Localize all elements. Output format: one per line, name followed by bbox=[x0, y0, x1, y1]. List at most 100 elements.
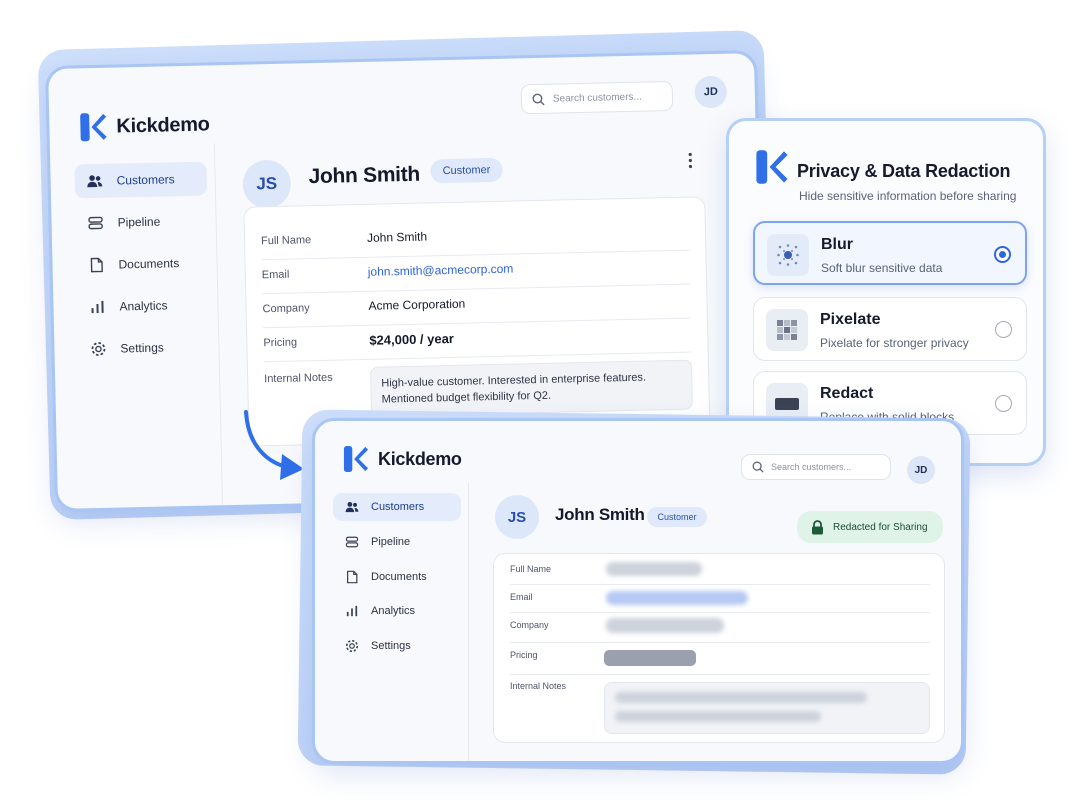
sidebar-item-pipeline[interactable]: Pipeline bbox=[75, 203, 208, 240]
option-blur[interactable]: Blur Soft blur sensitive data bbox=[753, 221, 1027, 285]
transform-arrow-icon bbox=[244, 410, 304, 480]
divider bbox=[510, 674, 930, 675]
sidebar-item-documents[interactable]: Documents bbox=[333, 563, 461, 591]
brand-name: Kickdemo bbox=[116, 112, 210, 138]
sidebar: Customers Pipeline Documents Analytics S… bbox=[49, 143, 224, 513]
label-company: Company bbox=[510, 620, 549, 630]
sidebar-label-customers: Customers bbox=[371, 501, 425, 513]
value-full-name: John Smith bbox=[366, 229, 428, 245]
option-redact-title: Redact bbox=[820, 385, 874, 402]
customer-details-card: Full Name John Smith Email john.smith@ac… bbox=[243, 196, 711, 447]
users-icon bbox=[87, 175, 103, 188]
privacy-panel-subtitle: Hide sensitive information before sharin… bbox=[799, 189, 1017, 203]
gear-icon bbox=[345, 639, 359, 653]
value-notes: High-value customer. Interested in enter… bbox=[369, 359, 693, 417]
sidebar-item-documents[interactable]: Documents bbox=[76, 245, 209, 282]
option-pixelate-title: Pixelate bbox=[820, 311, 881, 328]
brand-logo: Kickdemo bbox=[79, 109, 210, 142]
users-icon bbox=[345, 502, 359, 513]
kickdemo-logo-icon bbox=[756, 150, 788, 184]
value-pricing: $24,000 / year bbox=[369, 330, 455, 348]
option-blur-title: Blur bbox=[821, 236, 853, 253]
sidebar-item-analytics[interactable]: Analytics bbox=[77, 287, 210, 324]
label-company: Company bbox=[262, 302, 310, 316]
sidebar-label-documents: Documents bbox=[371, 571, 427, 583]
option-pixelate[interactable]: Pixelate Pixelate for stronger privacy bbox=[753, 297, 1027, 361]
customer-avatar: JS bbox=[242, 159, 292, 209]
window-redacted: Kickdemo Search customers... JD Customer… bbox=[312, 418, 964, 764]
label-full-name: Full Name bbox=[260, 234, 312, 248]
sidebar-label-pipeline: Pipeline bbox=[371, 536, 411, 548]
value-email[interactable]: john.smith@acmecorp.com bbox=[368, 262, 514, 279]
value-company: Acme Corporation bbox=[368, 296, 466, 313]
pipeline-icon bbox=[88, 216, 103, 230]
search-input[interactable]: Search customers... bbox=[741, 454, 891, 480]
sidebar: Customers Pipeline Documents Analytics S… bbox=[315, 483, 469, 761]
label-pricing: Pricing bbox=[510, 650, 538, 660]
sidebar-label-pipeline: Pipeline bbox=[117, 214, 161, 230]
option-blur-desc: Soft blur sensitive data bbox=[821, 261, 943, 275]
search-input[interactable]: Search customers... bbox=[520, 80, 674, 115]
sidebar-item-pipeline[interactable]: Pipeline bbox=[333, 528, 461, 556]
privacy-panel: Privacy & Data Redaction Hide sensitive … bbox=[726, 118, 1046, 466]
kickdemo-logo-icon bbox=[343, 446, 369, 472]
divider bbox=[261, 249, 690, 261]
bar-chart-icon bbox=[346, 605, 358, 617]
label-email: Email bbox=[510, 592, 533, 602]
redacted-company bbox=[606, 618, 724, 633]
redacted-notes-line bbox=[615, 711, 821, 722]
sidebar-item-settings[interactable]: Settings bbox=[78, 329, 211, 366]
search-icon bbox=[752, 461, 764, 473]
customer-details-card-redacted: Full Name Email Company Pricing Internal… bbox=[493, 553, 945, 743]
redacted-notes bbox=[604, 682, 930, 734]
option-pixelate-desc: Pixelate for stronger privacy bbox=[820, 336, 969, 350]
sidebar-item-analytics[interactable]: Analytics bbox=[333, 597, 461, 625]
option-redact-radio[interactable] bbox=[995, 395, 1012, 412]
label-full-name: Full Name bbox=[510, 564, 552, 574]
customer-name: John Smith bbox=[308, 162, 421, 189]
redacted-email bbox=[606, 591, 748, 605]
divider bbox=[510, 584, 930, 585]
label-notes: Internal Notes bbox=[264, 371, 333, 386]
search-icon bbox=[532, 93, 545, 105]
customer-name: John Smith bbox=[555, 505, 645, 524]
sidebar-item-customers[interactable]: Customers bbox=[333, 493, 461, 521]
divider bbox=[263, 317, 691, 329]
label-email: Email bbox=[261, 268, 290, 282]
redacted-badge-label: Redacted for Sharing bbox=[833, 521, 928, 533]
pipeline-icon bbox=[345, 536, 359, 548]
gear-icon bbox=[91, 342, 106, 356]
pixelate-icon bbox=[766, 309, 808, 351]
document-icon bbox=[90, 257, 103, 273]
bar-chart-icon bbox=[91, 300, 104, 314]
customer-avatar: JS bbox=[495, 495, 539, 539]
divider bbox=[510, 642, 930, 643]
privacy-panel-title: Privacy & Data Redaction bbox=[797, 161, 1011, 181]
redacted-notes-line bbox=[615, 692, 867, 703]
redacted-badge: Redacted for Sharing bbox=[797, 511, 943, 543]
document-icon bbox=[347, 570, 358, 584]
sidebar-label-documents: Documents bbox=[118, 256, 180, 272]
more-options-icon[interactable] bbox=[688, 152, 696, 170]
customer-badge: Customer bbox=[430, 157, 503, 184]
sidebar-label-settings: Settings bbox=[371, 640, 411, 652]
search-placeholder: Search customers... bbox=[771, 462, 852, 472]
sidebar-label-settings: Settings bbox=[120, 340, 164, 356]
customer-badge: Customer bbox=[647, 507, 707, 527]
user-avatar[interactable]: JD bbox=[694, 75, 728, 109]
brand-logo: Kickdemo bbox=[343, 445, 462, 473]
option-pixelate-radio[interactable] bbox=[995, 321, 1012, 338]
redacted-pricing bbox=[604, 650, 696, 666]
divider bbox=[510, 612, 930, 613]
brand-name: Kickdemo bbox=[378, 448, 462, 469]
lock-icon bbox=[812, 519, 823, 534]
search-placeholder: Search customers... bbox=[552, 91, 642, 105]
label-pricing: Pricing bbox=[263, 336, 298, 350]
user-avatar[interactable]: JD bbox=[907, 456, 935, 484]
blur-icon bbox=[767, 234, 809, 276]
divider bbox=[262, 283, 691, 295]
sidebar-item-customers[interactable]: Customers bbox=[74, 161, 208, 199]
redacted-full-name bbox=[606, 562, 702, 576]
option-blur-radio[interactable] bbox=[994, 246, 1011, 263]
sidebar-item-settings[interactable]: Settings bbox=[333, 632, 461, 660]
